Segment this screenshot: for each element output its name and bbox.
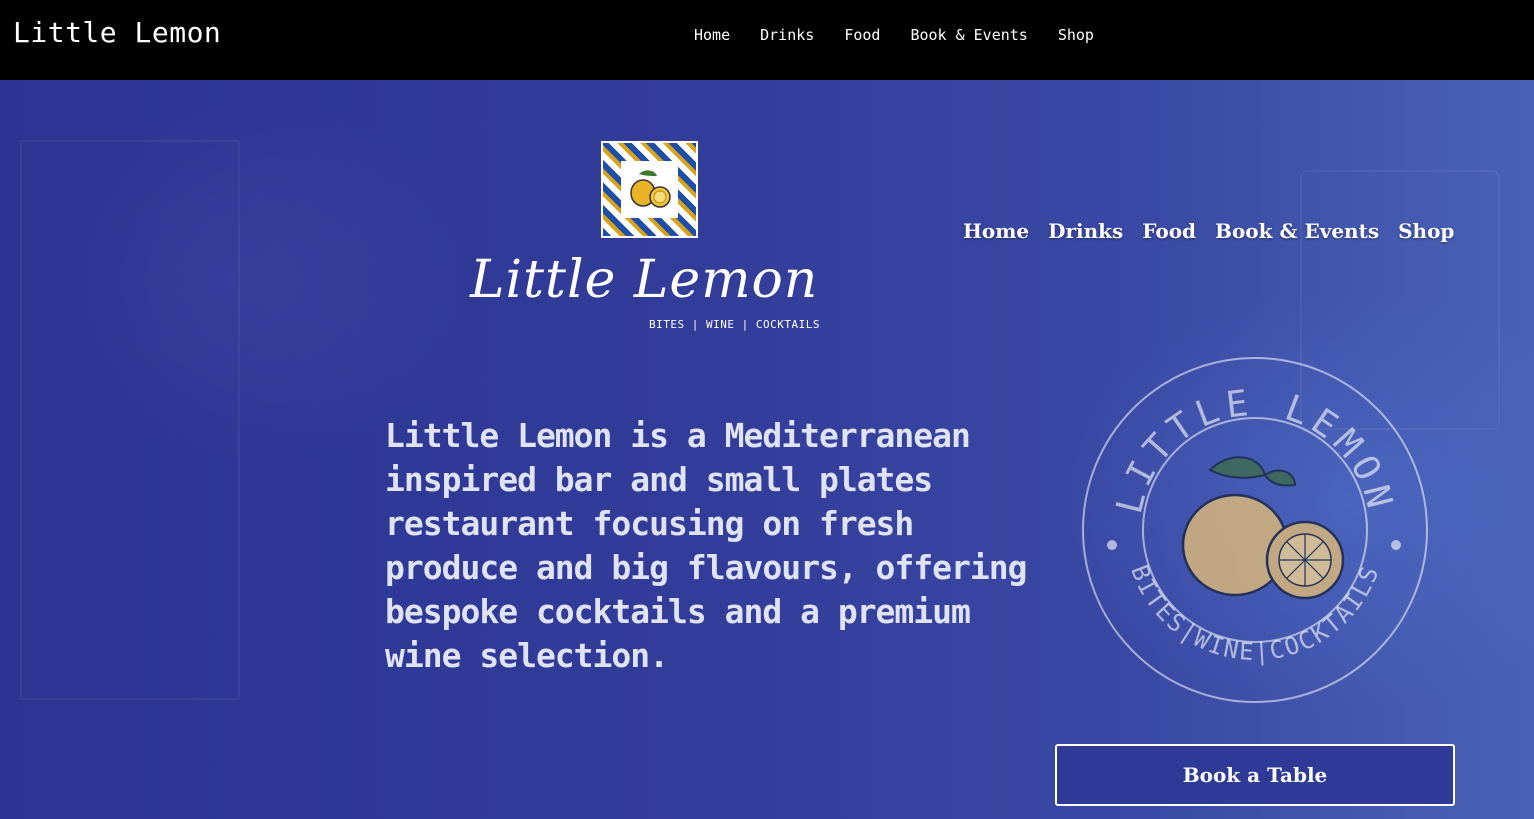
lemon-icon: [629, 169, 671, 208]
circular-badge: LITTLE LEMON BITES|WINE|COCKTAILS: [1082, 357, 1428, 703]
background-window-shape: [20, 140, 240, 700]
hero-nav: Home Drinks Food Book & Events Shop: [963, 219, 1473, 243]
lemon-tile-icon: [601, 141, 698, 238]
top-navbar: Little Lemon Home Drinks Food Book & Eve…: [0, 0, 1534, 80]
top-nav-food[interactable]: Food: [844, 24, 880, 46]
top-nav-book-events[interactable]: Book & Events: [910, 24, 1027, 46]
hero-nav-food[interactable]: Food: [1142, 219, 1196, 243]
top-nav: Home Drinks Food Book & Events Shop: [694, 24, 1124, 46]
hero-nav-home[interactable]: Home: [963, 219, 1029, 243]
hero-nav-shop[interactable]: Shop: [1398, 219, 1454, 243]
brand-title[interactable]: Little Lemon: [13, 16, 221, 49]
logo-tagline: BITES | WINE | COCKTAILS: [649, 318, 820, 331]
hero-description: Little Lemon is a Mediterranean inspired…: [385, 416, 1028, 675]
hero-nav-drinks[interactable]: Drinks: [1048, 219, 1123, 243]
script-logo: Little Lemon: [470, 250, 819, 310]
book-table-button[interactable]: Book a Table: [1055, 744, 1455, 806]
top-nav-home[interactable]: Home: [694, 24, 730, 46]
top-nav-shop[interactable]: Shop: [1058, 24, 1094, 46]
top-nav-drinks[interactable]: Drinks: [760, 24, 814, 46]
hero-nav-book-events[interactable]: Book & Events: [1215, 219, 1379, 243]
lemon-icon: [1181, 456, 1345, 600]
